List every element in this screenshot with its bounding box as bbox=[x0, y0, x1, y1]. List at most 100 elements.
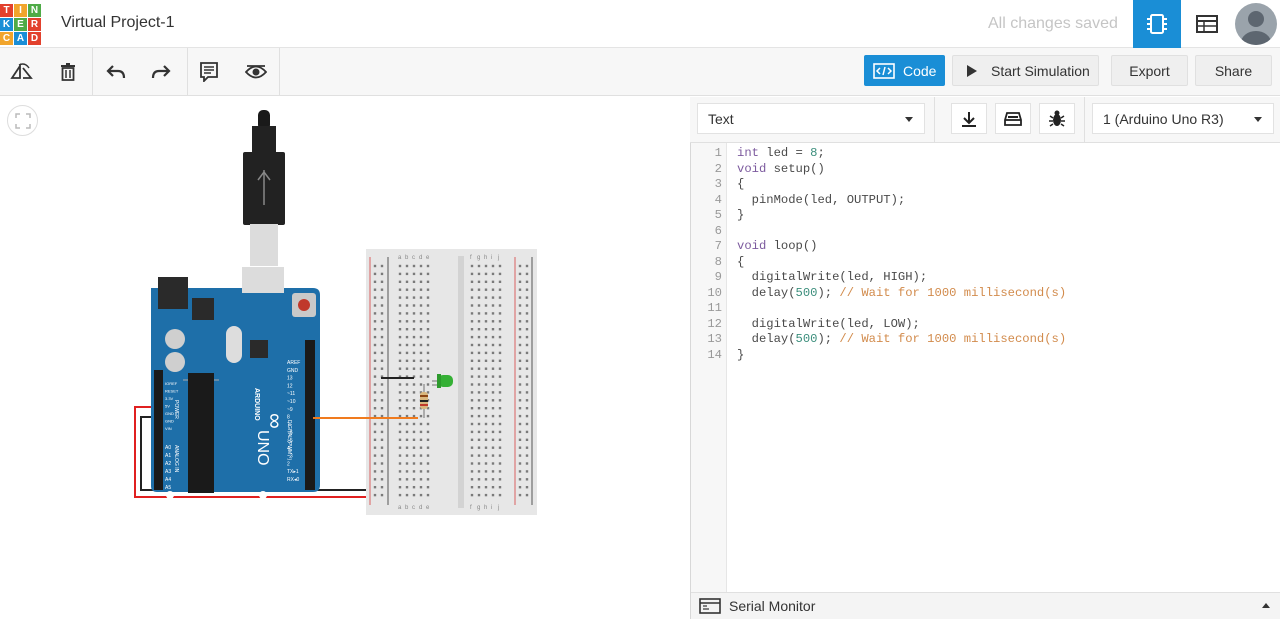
logo-letter: R bbox=[28, 18, 41, 31]
play-icon bbox=[967, 64, 977, 77]
serial-monitor-bar[interactable]: Serial Monitor bbox=[691, 592, 1280, 619]
code-line[interactable]: 4 pinMode(led, OUTPUT); bbox=[691, 193, 1280, 209]
header-pin-label: AREF bbox=[287, 360, 300, 366]
notes-icon bbox=[200, 62, 218, 82]
line-number: 4 bbox=[714, 192, 722, 207]
visibility-button[interactable] bbox=[240, 56, 272, 88]
code-line[interactable]: 7 void loop() bbox=[691, 239, 1280, 255]
code-line[interactable]: 5} bbox=[691, 208, 1280, 224]
header-pin-label: RX◂0 bbox=[287, 477, 299, 483]
code-line[interactable]: 3{ bbox=[691, 177, 1280, 193]
analog-pin-label: A4 bbox=[165, 477, 171, 483]
code-line[interactable]: 1 int led = 8; bbox=[691, 146, 1280, 162]
line-number: 14 bbox=[707, 347, 722, 362]
save-status: All changes saved bbox=[988, 15, 1118, 32]
breadboard-column-label: g bbox=[477, 255, 480, 261]
tinkercad-logo[interactable]: TIN KER CAD bbox=[0, 4, 43, 46]
project-title[interactable]: Virtual Project-1 bbox=[61, 14, 175, 32]
code-mode-select[interactable]: Text bbox=[697, 103, 925, 134]
code-text[interactable]: } bbox=[737, 208, 744, 224]
undo-button[interactable] bbox=[100, 56, 132, 88]
code-line[interactable]: 14} bbox=[691, 348, 1280, 364]
chevron-up-icon[interactable] bbox=[1262, 603, 1270, 608]
component-list-button[interactable] bbox=[1183, 0, 1231, 48]
code-icon bbox=[873, 62, 895, 79]
breadboard-column-label: j bbox=[497, 505, 499, 511]
code-text[interactable]: delay(500); // Wait for 1000 millisecond… bbox=[737, 332, 1067, 348]
user-avatar[interactable] bbox=[1235, 3, 1277, 45]
analog-pin-label: A1 bbox=[165, 453, 171, 459]
breadboard-column-label: h bbox=[484, 505, 487, 511]
code-text[interactable]: } bbox=[737, 348, 744, 364]
line-number: 9 bbox=[714, 270, 722, 284]
logo-letter: A bbox=[14, 32, 27, 45]
logo-letter: E bbox=[14, 18, 27, 31]
notes-button[interactable] bbox=[193, 56, 225, 88]
code-line[interactable]: 11 bbox=[691, 301, 1280, 317]
code-line[interactable]: 2 void setup() bbox=[691, 162, 1280, 178]
device-select[interactable]: 1 (Arduino Uno R3) bbox=[1092, 103, 1274, 134]
device-select-value: 1 (Arduino Uno R3) bbox=[1103, 110, 1224, 127]
code-text[interactable]: digitalWrite(led, LOW); bbox=[737, 317, 920, 333]
delete-button[interactable] bbox=[52, 56, 84, 88]
header-pin-label: 2 bbox=[287, 461, 290, 467]
redo-button[interactable] bbox=[145, 56, 177, 88]
logo-letter: C bbox=[0, 32, 13, 45]
debugger-button[interactable] bbox=[1039, 103, 1075, 134]
code-line[interactable]: 10 delay(500); // Wait for 1000 millisec… bbox=[691, 286, 1280, 302]
power-pin-label: RESET bbox=[165, 389, 179, 394]
power-pin-label: VIN bbox=[165, 426, 172, 431]
breadboard-column-label: i bbox=[491, 505, 492, 511]
usb-cable[interactable] bbox=[243, 110, 285, 266]
header-pin-label: ~10 bbox=[287, 399, 296, 405]
undo-icon bbox=[106, 65, 126, 79]
code-line[interactable]: 13 delay(500); // Wait for 1000 millisec… bbox=[691, 332, 1280, 348]
logo-letter: D bbox=[28, 32, 41, 45]
code-line[interactable]: 9 digitalWrite(led, HIGH); bbox=[691, 270, 1280, 286]
analog-pin-label: A2 bbox=[165, 461, 171, 467]
line-number: 11 bbox=[707, 301, 722, 315]
header-pin-label: ~6 bbox=[287, 430, 293, 436]
header-pin-label: ~5 bbox=[287, 438, 293, 444]
code-text[interactable]: { bbox=[737, 177, 744, 193]
code-text[interactable]: { bbox=[737, 255, 744, 271]
code-text[interactable]: int led = 8; bbox=[737, 146, 825, 162]
header-pin-label: ~9 bbox=[287, 407, 293, 413]
download-code-button[interactable] bbox=[951, 103, 987, 134]
code-text[interactable]: pinMode(led, OUTPUT); bbox=[737, 193, 906, 209]
circuit-view-icon bbox=[1147, 14, 1167, 34]
code-text[interactable]: digitalWrite(led, HIGH); bbox=[737, 270, 928, 286]
top-bar: TIN KER CAD Virtual Project-1 All changes … bbox=[0, 0, 1280, 48]
line-number: 13 bbox=[707, 332, 722, 346]
board-model: UNO bbox=[254, 430, 271, 466]
logo-letter: T bbox=[0, 4, 13, 17]
logo-letter: I bbox=[14, 4, 27, 17]
start-simulation-button[interactable]: Start Simulation bbox=[952, 55, 1099, 86]
breadboard-column-label: g bbox=[477, 505, 480, 511]
arduino-uno-board[interactable]: ∞ ARDUINO UNO DIGITAL (PWM ~) POWER ANAL… bbox=[151, 267, 320, 499]
code-line[interactable]: 6 bbox=[691, 224, 1280, 240]
serial-monitor-icon bbox=[699, 598, 721, 614]
line-number: 10 bbox=[707, 285, 722, 300]
power-pin-label: GND bbox=[165, 411, 174, 416]
header-pin-label: GND bbox=[287, 368, 299, 374]
download-icon bbox=[962, 111, 976, 127]
libraries-button[interactable] bbox=[995, 103, 1031, 134]
circuit-diagram[interactable]: ∞ ARDUINO UNO DIGITAL (PWM ~) POWER ANAL… bbox=[0, 97, 690, 619]
code-text[interactable]: delay(500); // Wait for 1000 millisecond… bbox=[737, 286, 1067, 302]
share-button[interactable]: Share bbox=[1195, 55, 1272, 86]
code-editor[interactable]: 1 int led = 8; 2 void setup() 3{4 pinMode(le… bbox=[691, 146, 1280, 363]
code-line[interactable]: 8{ bbox=[691, 255, 1280, 271]
power-pin-label: GND bbox=[165, 419, 174, 424]
code-text[interactable]: void setup() bbox=[737, 162, 825, 178]
circuit-view-button[interactable] bbox=[1133, 0, 1181, 48]
code-text[interactable]: void loop() bbox=[737, 239, 817, 255]
start-simulation-label: Start Simulation bbox=[991, 62, 1090, 79]
code-button[interactable]: Code bbox=[864, 55, 945, 86]
visibility-icon bbox=[245, 65, 267, 79]
header-pin-label: 12 bbox=[287, 383, 293, 389]
rotate-button[interactable] bbox=[6, 56, 38, 88]
code-line[interactable]: 12 digitalWrite(led, LOW); bbox=[691, 317, 1280, 333]
header-pin-label: 8 bbox=[287, 415, 290, 421]
export-button[interactable]: Export bbox=[1111, 55, 1188, 86]
